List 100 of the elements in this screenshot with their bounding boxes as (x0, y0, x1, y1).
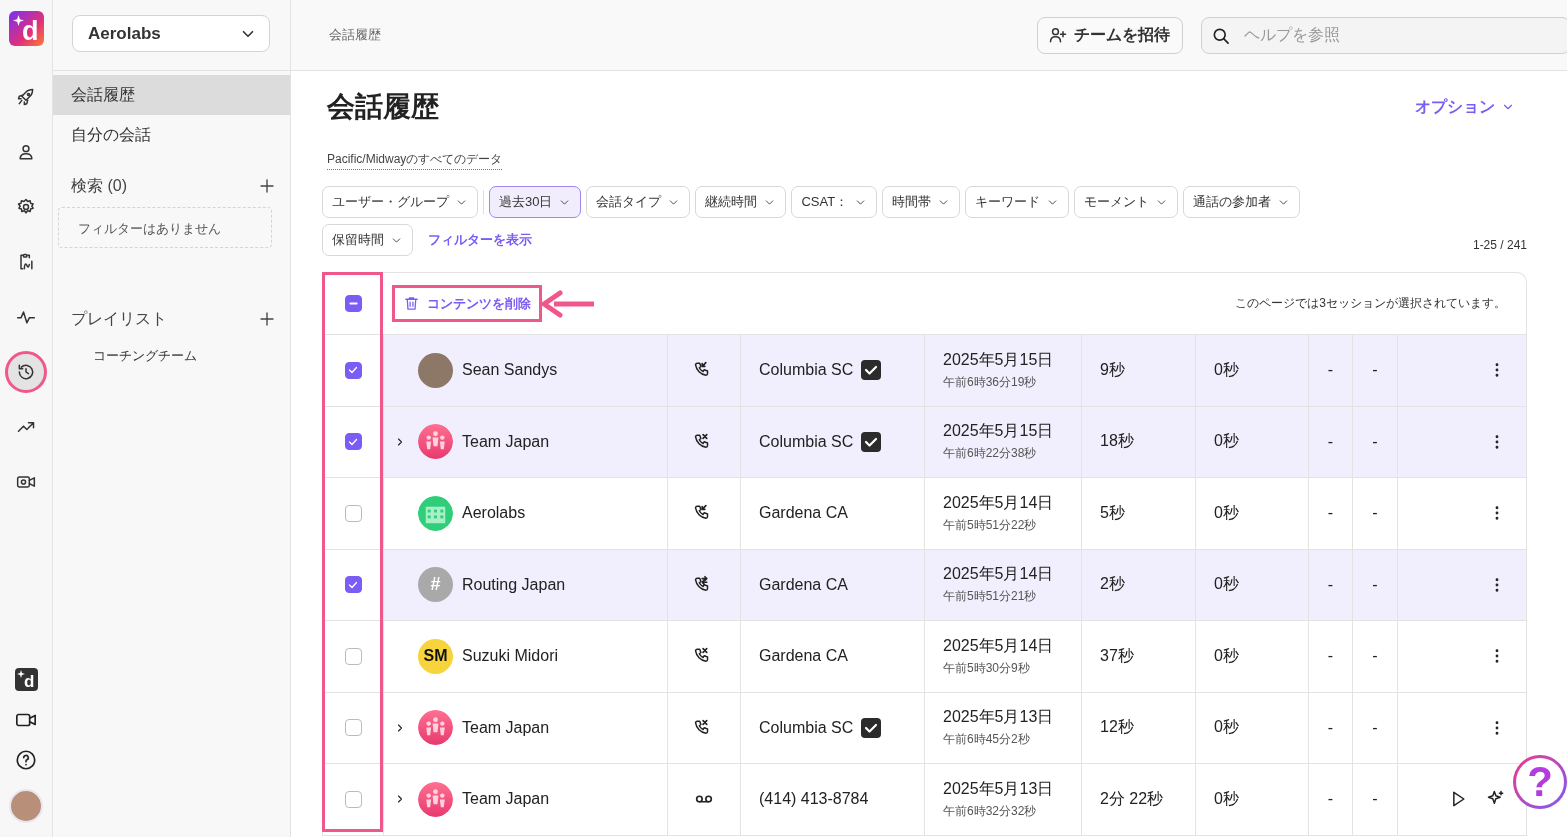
location-text: Gardena CA (759, 647, 848, 666)
table-cell: - (1372, 504, 1378, 523)
initials-avatar: SM (418, 638, 453, 674)
hold-time-text: 0秒 (1214, 788, 1239, 809)
delete-content-button[interactable]: コンテンツを削除 (392, 285, 542, 322)
location-text: Columbia SC (759, 718, 854, 737)
selection-note: このページでは3セッションが選択されています。 (1235, 295, 1506, 312)
team-avatar (418, 424, 453, 460)
hold-time-text: 0秒 (1214, 431, 1239, 452)
help-icon[interactable] (15, 749, 37, 771)
table-cell: - (1327, 718, 1334, 737)
sparkle-icon (16, 670, 25, 678)
contact-name: Team Japan (462, 790, 550, 809)
location-text: Gardena CA (759, 575, 848, 594)
duration-text: 5秒 (1100, 502, 1125, 523)
date-text: 2025年5月15日 (943, 421, 1054, 442)
checkbox[interactable] (344, 719, 362, 737)
rocket-icon[interactable] (16, 87, 36, 107)
table-cell: - (1372, 575, 1378, 594)
nav-button[interactable] (5, 351, 47, 393)
checkbox[interactable] (344, 647, 362, 665)
checkbox[interactable] (345, 295, 362, 312)
filter-chip[interactable]: 時間帯 (882, 186, 961, 218)
breadcrumb: 会話履歴 (329, 26, 381, 44)
sidebar-item[interactable]: 会話履歴 (53, 75, 290, 115)
table-cell: - (1372, 361, 1378, 380)
hold-time-text: 0秒 (1214, 717, 1239, 738)
contact-name: Sean Sandys (462, 361, 558, 380)
checkbox[interactable] (344, 790, 362, 808)
duration-text: 37秒 (1100, 645, 1134, 666)
section-title: 検索 (0) (71, 175, 127, 196)
duration-text: 2分 22秒 (1100, 788, 1164, 809)
timezone-note: Pacific/Midwayのすべてのデータ (327, 151, 503, 170)
contact-name: Team Japan (462, 718, 550, 737)
filter-chip[interactable]: CSAT： (791, 186, 878, 218)
filter-chip[interactable]: ユーザー・グループ (322, 186, 478, 218)
time-text: 午前6時22分38秒 (943, 445, 1037, 463)
date-text: 2025年5月14日 (943, 564, 1054, 585)
duration-text: 12秒 (1100, 717, 1134, 738)
plus-icon[interactable] (258, 177, 276, 195)
filter-chip[interactable]: 通話の参加者 (1183, 186, 1301, 218)
building-avatar (418, 495, 453, 531)
location-text: (414) 413-8784 (759, 790, 869, 809)
time-text: 午前6時36分19秒 (943, 373, 1037, 391)
checkbox[interactable] (344, 504, 362, 522)
filter-chip[interactable]: 過去30日 (489, 186, 582, 218)
filter-chip[interactable]: 保留時間 (322, 224, 413, 256)
contact-name: Routing Japan (462, 575, 566, 594)
assistant-button[interactable]: d (14, 668, 38, 691)
page-title: 会話履歴 (327, 90, 439, 124)
date-text: 2025年5月13日 (943, 778, 1054, 799)
user-avatar[interactable] (9, 789, 43, 823)
playlist-item[interactable]: コーチングチーム (93, 347, 290, 365)
trash-icon (403, 295, 420, 312)
date-text: 2025年5月15日 (943, 349, 1054, 370)
location-text: Columbia SC (759, 361, 854, 380)
history-icon (16, 362, 36, 382)
checkbox[interactable] (344, 433, 362, 451)
person-icon[interactable] (16, 142, 36, 162)
options-link[interactable]: オプション (1415, 96, 1515, 118)
contact-name: Team Japan (462, 432, 550, 451)
table-cell: - (1327, 790, 1334, 809)
hold-time-text: 0秒 (1214, 574, 1239, 595)
hold-time-text: 0秒 (1214, 502, 1239, 523)
contact-name: Suzuki Midori (462, 647, 559, 666)
duration-text: 9秒 (1100, 359, 1125, 380)
invite-team-button[interactable]: チームを招待 (1037, 16, 1183, 54)
time-text: 午前5時30分9秒 (943, 659, 1030, 677)
filter-chip[interactable]: キーワード (965, 186, 1070, 218)
filter-chip[interactable]: モーメント (1074, 186, 1179, 218)
table-cell: - (1327, 575, 1334, 594)
hold-time-text: 0秒 (1214, 359, 1239, 380)
checkbox[interactable] (344, 576, 362, 594)
table-cell: - (1372, 718, 1378, 737)
table-cell: - (1327, 647, 1334, 666)
plus-icon[interactable] (258, 310, 276, 328)
checkbox[interactable] (344, 361, 362, 379)
person-plus-icon (1048, 25, 1068, 45)
avatar-photo-placeholder (418, 352, 453, 388)
app-logo[interactable]: d (8, 11, 44, 46)
section-title: プレイリスト (71, 308, 167, 329)
filter-chip[interactable]: 会話タイプ (586, 186, 691, 218)
location-text: Gardena CA (759, 504, 848, 523)
sidebar-item[interactable]: 自分の会話 (53, 115, 290, 155)
table-cell: - (1372, 790, 1378, 809)
filter-chip[interactable]: 継続時間 (695, 186, 787, 218)
duration-text: 18秒 (1100, 431, 1134, 452)
date-text: 2025年5月13日 (943, 707, 1054, 728)
duration-text: 2秒 (1100, 574, 1125, 595)
table-cell: - (1327, 504, 1334, 523)
contact-name: Aerolabs (462, 504, 526, 523)
time-text: 午前5時51分21秒 (943, 588, 1037, 606)
pagination-count: 1-25 / 241 (1472, 238, 1527, 254)
empty-filter-note: フィルターはありません (58, 207, 272, 248)
hold-time-text: 0秒 (1214, 645, 1239, 666)
date-text: 2025年5月14日 (943, 492, 1054, 513)
workspace-select[interactable]: Aerolabs (72, 15, 270, 52)
help-search-field[interactable]: ヘルプを参照 (1201, 16, 1567, 54)
show-filters-link[interactable]: フィルターを表示 (428, 231, 532, 249)
team-avatar (418, 710, 453, 746)
